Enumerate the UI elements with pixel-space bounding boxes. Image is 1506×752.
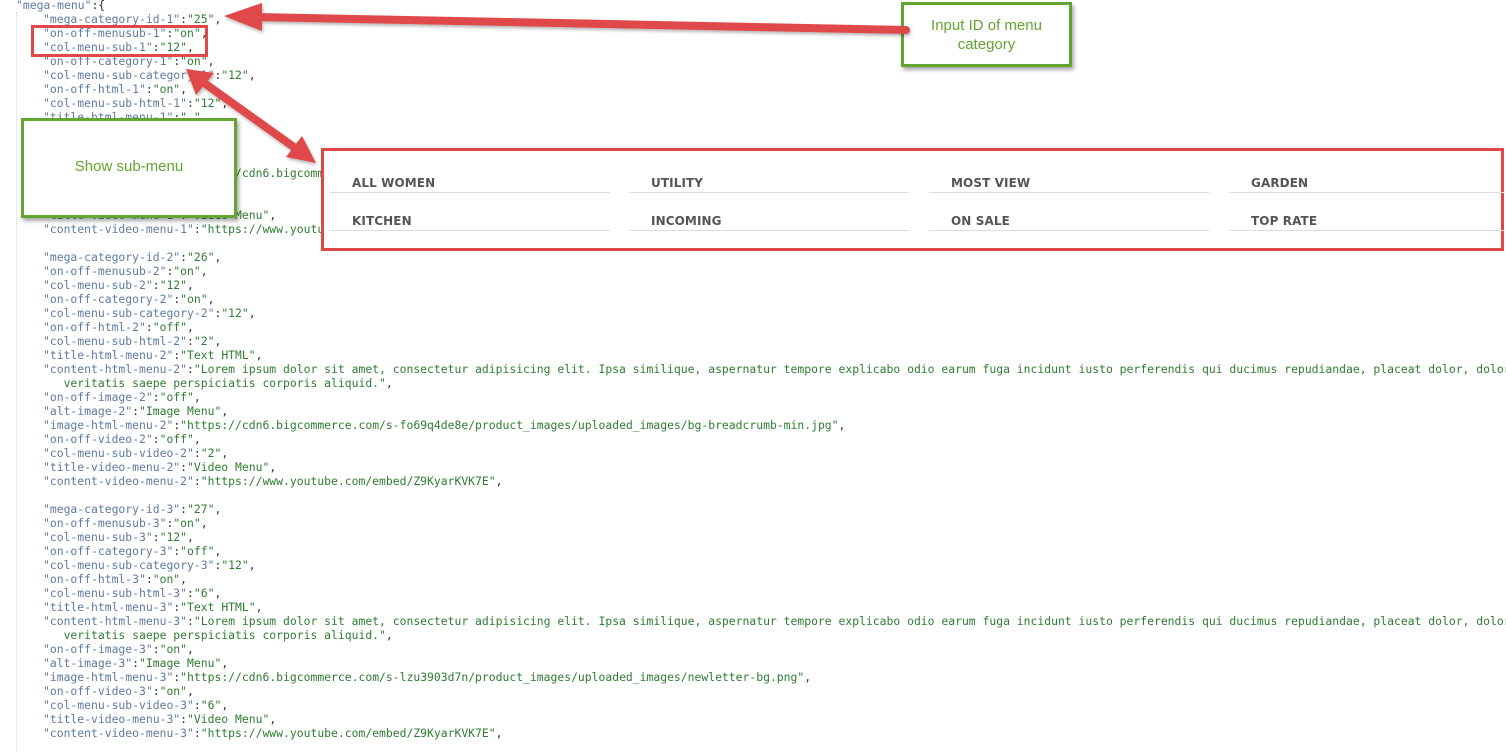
- annotation-arrows: [186, 3, 910, 163]
- arrow-double-submenu: [186, 69, 316, 163]
- arrow-to-category-id: [224, 3, 910, 34]
